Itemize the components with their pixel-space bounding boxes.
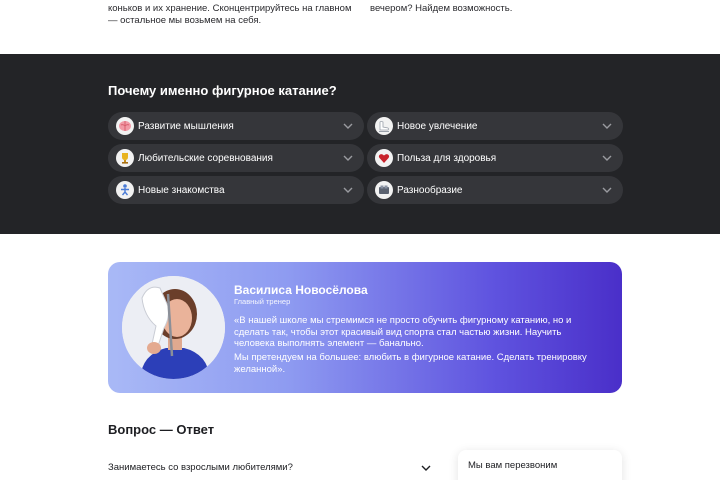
why-item-label: Разнообразие [397,184,463,196]
intro-right-line: вечером? Найдем возможность. [370,3,513,14]
intro-left-line: коньков и их хранение. Сконцентрируйтесь… [108,3,352,14]
trophy-icon [116,149,134,167]
why-section: Почему именно фигурное катание? Развитие… [0,54,720,234]
chevron-down-icon [343,187,353,193]
chevron-down-icon [602,155,612,161]
brain-icon [116,117,134,135]
callback-label: Мы вам перезвоним [468,460,558,471]
why-item-new-hobby[interactable]: Новое увлечение [367,112,623,140]
intro-text-right: вечером? Найдем возможность. [370,0,620,15]
why-item-acquaintances[interactable]: Новые знакомства [108,176,364,204]
why-item-label: Польза для здоровья [397,152,497,164]
faq-item[interactable]: Занимаетесь со взрослыми любителями? [108,456,434,480]
coach-quote: «В нашей школе мы стремимся не просто об… [234,315,572,349]
skate-icon [375,117,393,135]
why-item-thinking[interactable]: Развитие мышления [108,112,364,140]
why-item-health[interactable]: Польза для здоровья [367,144,623,172]
heart-icon [375,149,393,167]
chevron-down-icon [421,465,431,471]
faq-title: Вопрос — Ответ [108,422,215,437]
chevron-down-icon [602,187,612,193]
intro-section: коньков и их хранение. Сконцентрируйтесь… [0,0,720,54]
chevron-down-icon [602,123,612,129]
why-item-variety[interactable]: Разнообразие [367,176,623,204]
spa-icon [375,181,393,199]
why-item-label: Развитие мышления [138,120,234,132]
why-item-label: Любительские соревнования [138,152,273,164]
chevron-down-icon [343,155,353,161]
coach-photo [122,276,225,379]
coach-card: Василиса Новосёлова Главный тренер «В на… [108,262,622,393]
coach-quote-continued: Мы претендуем на большее: влюбить в фигу… [234,352,587,375]
intro-text-left: коньков и их хранение. Сконцентрируйтесь… [108,0,358,27]
why-item-label: Новое увлечение [397,120,478,132]
intro-left-line: — остальное мы возьмем на себя. [108,15,262,26]
faq-question: Занимаетесь со взрослыми любителями? [108,462,293,473]
why-item-competitions[interactable]: Любительские соревнования [108,144,364,172]
why-title: Почему именно фигурное катание? [108,83,337,98]
callback-widget[interactable]: Мы вам перезвоним [458,450,622,480]
coach-role: Главный тренер [234,297,291,306]
skater-icon [116,181,134,199]
why-item-label: Новые знакомства [138,184,225,196]
chevron-down-icon [343,123,353,129]
coach-name: Василиса Новосёлова [234,283,368,297]
